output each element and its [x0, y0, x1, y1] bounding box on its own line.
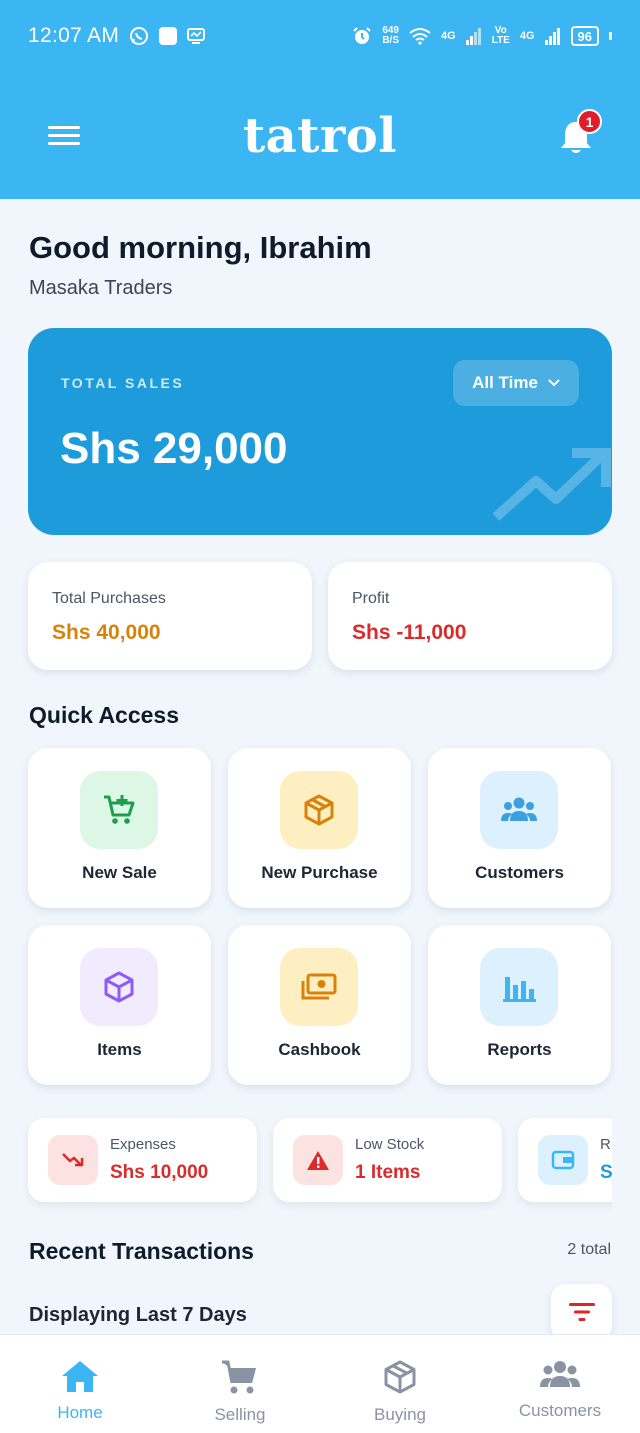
- status-bar: 12:07 AM 649 B/S 4G Vo LTE 4G 96: [28, 20, 612, 52]
- tile-label: New Sale: [82, 863, 157, 882]
- cube-icon: [80, 948, 158, 1026]
- tile-reports[interactable]: Reports: [428, 925, 611, 1085]
- wifi-icon: [409, 28, 431, 45]
- nav-label: Customers: [518, 1401, 602, 1420]
- nav-home[interactable]: Home: [0, 1335, 160, 1433]
- bar-chart-icon: [480, 948, 558, 1026]
- box-icon: [384, 1360, 416, 1394]
- total-purchases-card[interactable]: Total Purchases Shs 40,000: [28, 562, 312, 670]
- total-sales-card: TOTAL SALES Shs 29,000 All Time: [28, 328, 612, 535]
- signal-icon-2: [544, 28, 560, 45]
- transactions-count: 2 total: [567, 1241, 611, 1258]
- app-notification-icon: [159, 27, 178, 45]
- users-icon: [540, 1361, 580, 1387]
- tile-cashbook[interactable]: Cashbook: [228, 925, 411, 1085]
- app-header-bar: 12:07 AM 649 B/S 4G Vo LTE 4G 96 tatrol: [0, 0, 640, 199]
- tile-label: Customers: [475, 863, 564, 882]
- tile-customers[interactable]: Customers: [428, 748, 611, 908]
- profit-label: Profit: [352, 590, 390, 607]
- nav-customers[interactable]: Customers: [480, 1335, 640, 1433]
- cart-icon: [222, 1360, 256, 1394]
- business-name: Masaka Traders: [29, 277, 173, 299]
- app-logo: tatrol: [243, 108, 397, 164]
- monitor-icon: [187, 28, 206, 44]
- status-time: 12:07 AM: [28, 24, 120, 47]
- wallet-icon: [538, 1135, 588, 1185]
- summary-scroll[interactable]: Expenses Shs 10,000 Low Stock 1 Items R …: [0, 1108, 612, 1218]
- notification-badge: 1: [577, 109, 602, 134]
- battery-tip: [609, 32, 612, 40]
- volte-label: Vo LTE: [491, 25, 510, 46]
- period-dropdown[interactable]: All Time: [453, 360, 579, 406]
- cart-plus-icon: [80, 771, 158, 849]
- profit-card[interactable]: Profit Shs -11,000: [328, 562, 612, 670]
- alarm-icon: [353, 27, 372, 44]
- expenses-label: Expenses: [110, 1136, 176, 1153]
- receivables-value: S: [600, 1162, 612, 1183]
- filter-button[interactable]: [551, 1284, 612, 1340]
- signal-4g-label: 4G: [441, 30, 456, 42]
- net-speed: 649 B/S: [382, 25, 399, 46]
- trend-down-icon: [48, 1135, 98, 1185]
- home-icon: [62, 1361, 98, 1392]
- whatsapp-icon: [130, 27, 149, 45]
- tile-label: Items: [97, 1040, 142, 1059]
- total-sales-label: TOTAL SALES: [61, 375, 185, 391]
- low-stock-label: Low Stock: [355, 1136, 425, 1153]
- tile-new-sale[interactable]: New Sale: [28, 748, 211, 908]
- low-stock-value: 1 Items: [355, 1162, 421, 1183]
- greeting-title: Good morning, Ibrahim: [29, 230, 372, 265]
- nav-selling[interactable]: Selling: [160, 1335, 320, 1433]
- nav-label: Selling: [214, 1405, 266, 1424]
- profit-value: Shs -11,000: [352, 621, 467, 644]
- money-icon: [280, 948, 358, 1026]
- total-sales-value: Shs 29,000: [60, 424, 288, 473]
- battery-indicator: 96: [570, 26, 599, 46]
- expenses-card[interactable]: Expenses Shs 10,000: [28, 1118, 257, 1202]
- nav-label: Home: [57, 1403, 103, 1422]
- total-purchases-label: Total Purchases: [52, 590, 166, 607]
- receivables-label: R: [600, 1136, 611, 1153]
- warning-icon: [293, 1135, 343, 1185]
- quick-access-title: Quick Access: [29, 702, 180, 728]
- signal-4g-label-2: 4G: [519, 30, 535, 42]
- header: tatrol: [0, 90, 640, 180]
- tile-items[interactable]: Items: [28, 925, 211, 1085]
- low-stock-card[interactable]: Low Stock 1 Items: [273, 1118, 502, 1202]
- tile-label: New Purchase: [261, 863, 378, 882]
- recent-transactions-title: Recent Transactions: [29, 1238, 254, 1264]
- filter-icon: [568, 1303, 595, 1321]
- tile-label: Cashbook: [278, 1040, 361, 1059]
- total-purchases-value: Shs 40,000: [52, 621, 161, 644]
- period-label: All Time: [472, 373, 538, 392]
- tile-new-purchase[interactable]: New Purchase: [228, 748, 411, 908]
- expenses-value: Shs 10,000: [110, 1162, 209, 1183]
- nav-buying[interactable]: Buying: [320, 1335, 480, 1433]
- box-icon: [280, 771, 358, 849]
- signal-icon: [465, 28, 481, 45]
- users-icon: [480, 771, 558, 849]
- trend-up-icon: [492, 448, 611, 521]
- tile-label: Reports: [487, 1040, 552, 1059]
- bottom-nav: Home Selling Buying Customers: [0, 1334, 640, 1433]
- date-range-label: Displaying Last 7 Days: [29, 1304, 247, 1326]
- nav-label: Buying: [374, 1405, 426, 1424]
- receivables-card[interactable]: R S: [518, 1118, 612, 1202]
- chevron-down-icon: [548, 379, 560, 387]
